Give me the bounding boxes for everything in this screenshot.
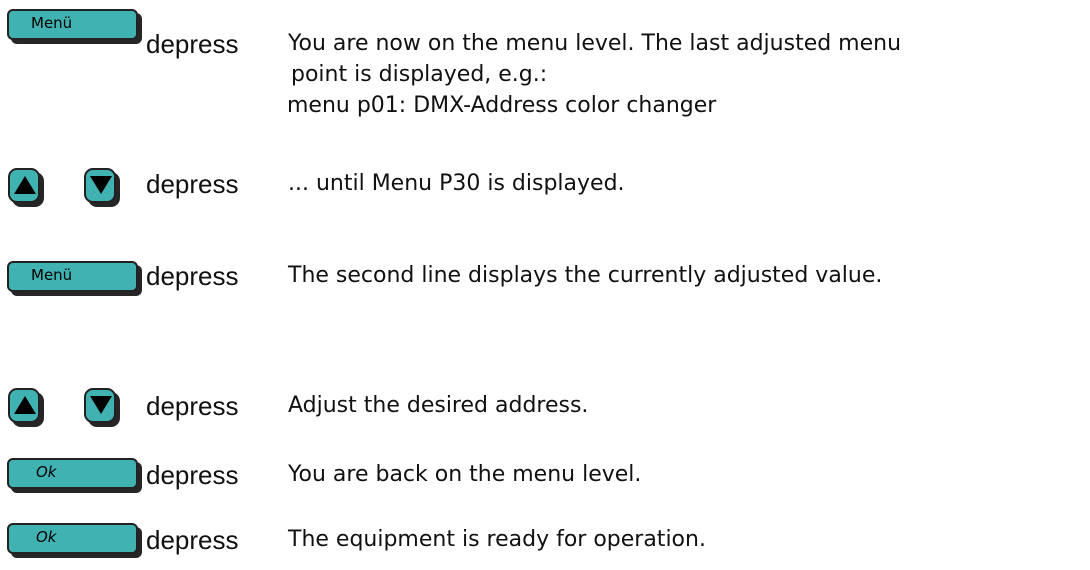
menu-key: Menü: [7, 261, 138, 292]
menu-key-label: Menü: [31, 266, 73, 284]
arrow-up-key: [8, 168, 40, 203]
ok-key-label: Ok: [36, 463, 57, 481]
ok-key: Ok: [7, 458, 138, 489]
ok-key: Ok: [7, 523, 138, 554]
instruction-text: Adjust the desired address.: [288, 393, 589, 418]
instruction-text: ... until Menu P30 is displayed.: [288, 171, 625, 196]
instruction-text: You are now on the menu level. The last …: [288, 31, 902, 56]
arrow-up-icon: [14, 176, 36, 194]
arrow-up-key: [8, 388, 40, 423]
action-text: depress: [146, 525, 239, 555]
arrow-down-icon: [90, 176, 112, 194]
arrow-down-key: [84, 388, 116, 423]
action-text: depress: [146, 169, 239, 199]
arrow-up-icon: [14, 396, 36, 414]
menu-key-label: Menü: [31, 14, 73, 32]
ok-key-label: Ok: [36, 528, 57, 546]
action-text: depress: [146, 391, 239, 421]
arrow-down-key: [84, 168, 116, 203]
action-text: depress: [146, 29, 239, 59]
instruction-text: The equipment is ready for operation.: [288, 527, 706, 552]
action-text: depress: [146, 460, 239, 490]
instruction-text: menu p01: DMX-Address color changer: [287, 93, 717, 118]
instruction-text: You are back on the menu level.: [288, 462, 642, 487]
instruction-text: point is displayed, e.g.:: [291, 62, 548, 87]
menu-key: Menü: [7, 9, 138, 40]
arrow-down-icon: [90, 396, 112, 414]
instruction-text: The second line displays the currently a…: [288, 263, 883, 288]
action-text: depress: [146, 261, 239, 291]
